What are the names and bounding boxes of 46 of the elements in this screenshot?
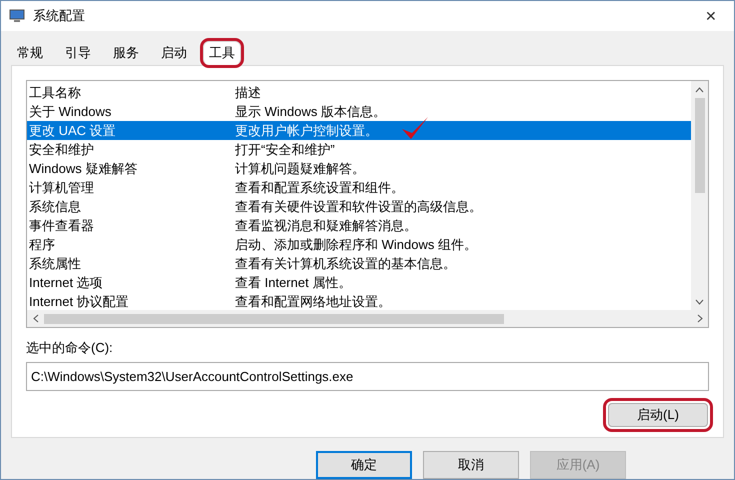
list-row[interactable]: Windows 疑难解答 计算机问题疑难解答。 — [27, 159, 691, 178]
tool-name: 系统属性 — [29, 254, 82, 273]
close-button[interactable]: ✕ — [696, 6, 726, 26]
list-row[interactable]: 系统属性 查看有关计算机系统设置的基本信息。 — [27, 254, 691, 273]
tool-description: 更改用户帐户控制设置。 — [235, 122, 378, 140]
list-row[interactable]: Internet 协议配置 查看和配置网络地址设置。 — [27, 292, 691, 311]
list-row[interactable]: 事件查看器 查看监视消息和疑难解答消息。 — [27, 216, 691, 235]
list-row[interactable]: 程序 启动、添加或删除程序和 Windows 组件。 — [27, 235, 691, 254]
tool-description: 查看有关硬件设置和软件设置的高级信息。 — [235, 198, 482, 216]
column-header[interactable]: 工具名称 — [29, 82, 235, 102]
list-row[interactable]: Internet 选项 查看 Internet 属性。 — [27, 273, 691, 292]
monitor-icon — [9, 9, 25, 23]
tool-description: 显示 Windows 版本信息。 — [235, 102, 386, 121]
list-row[interactable]: 关于 Windows 显示 Windows 版本信息。 — [27, 102, 691, 121]
dialog-button[interactable]: 确定 — [316, 451, 412, 479]
vertical-scrollbar[interactable] — [691, 81, 708, 310]
list-row[interactable]: 安全和维护 打开“安全和维护” — [27, 140, 691, 159]
list-row[interactable]: 计算机管理 查看和配置系统设置和组件。 — [27, 178, 691, 197]
command-label: 选中的命令(C): — [26, 339, 114, 357]
tool-name: 更改 UAC 设置 — [29, 122, 117, 140]
tab[interactable]: 工具 — [203, 41, 241, 65]
horizontal-scrollbar[interactable] — [27, 310, 708, 327]
tool-description: 查看监视消息和疑难解答消息。 — [235, 216, 417, 235]
list-row[interactable]: 系统信息 查看有关硬件设置和软件设置的高级信息。 — [27, 197, 691, 216]
tool-description: 打开“安全和维护” — [235, 140, 335, 159]
tool-description: 计算机问题疑难解答。 — [235, 160, 365, 178]
scroll-thumb[interactable] — [44, 314, 504, 324]
tool-name: Windows 疑难解答 — [29, 160, 138, 178]
tool-name: Internet 选项 — [29, 274, 104, 292]
window-title: 系统配置 — [33, 7, 85, 26]
tool-name: Internet 协议配置 — [29, 292, 130, 311]
tool-name: 系统信息 — [29, 198, 82, 216]
tool-description: 查看和配置网络地址设置。 — [235, 292, 391, 311]
tool-description: 查看和配置系统设置和组件。 — [235, 178, 404, 197]
tool-name: 程序 — [29, 236, 56, 254]
tool-description: 查看 Internet 属性。 — [235, 274, 352, 292]
column-header[interactable]: 描述 — [235, 82, 261, 102]
tool-name: 计算机管理 — [29, 178, 95, 197]
scroll-thumb[interactable] — [694, 98, 704, 193]
command-field[interactable]: C:\Windows\System32\UserAccountControlSettings.exe — [26, 362, 709, 390]
tool-description: 启动、添加或删除程序和 Windows 组件。 — [235, 236, 477, 254]
dialog-button[interactable]: 取消 — [423, 451, 519, 479]
tool-name: 安全和维护 — [29, 140, 95, 159]
tool-name: 事件查看器 — [29, 216, 95, 235]
tool-name: 关于 Windows — [29, 102, 112, 121]
tool-description: 查看有关计算机系统设置的基本信息。 — [235, 254, 456, 273]
